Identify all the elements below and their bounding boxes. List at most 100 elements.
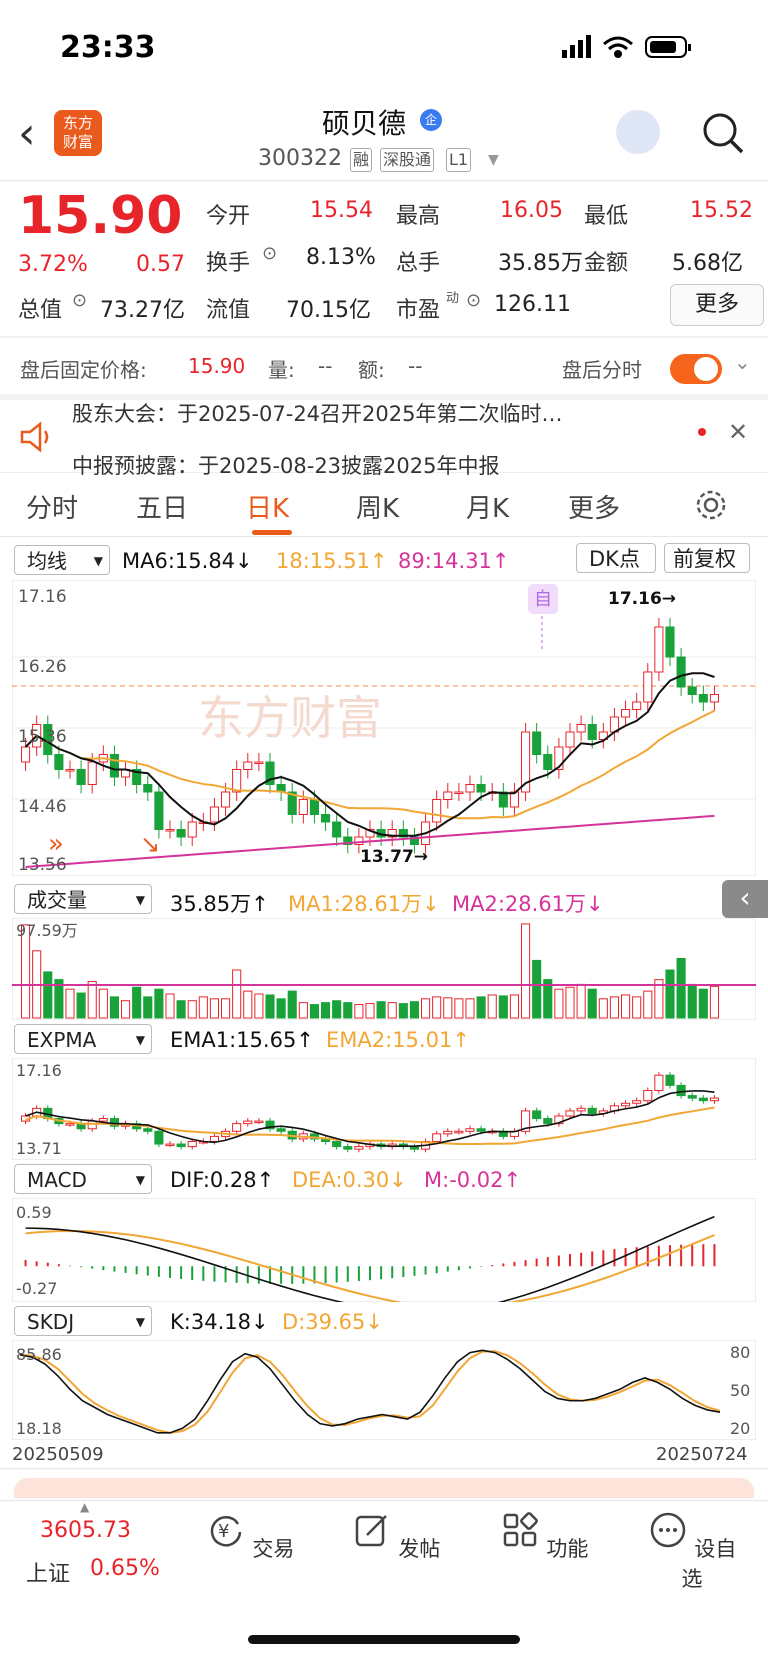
edit-icon <box>355 1515 387 1547</box>
candle-body <box>587 724 597 740</box>
axis-label: 85.86 <box>16 1345 62 1364</box>
volume-bar <box>98 988 108 1019</box>
volume-bar <box>421 998 431 1019</box>
volume-readout: 35.85万↑ <box>170 892 269 916</box>
volume-bar <box>643 990 653 1019</box>
volume-bar <box>321 1002 331 1019</box>
after-vol: -- <box>318 354 333 378</box>
margin-tag: 融 <box>350 148 373 172</box>
macd-selector[interactable]: MACD ▼ <box>14 1164 152 1194</box>
after-intraday-label: 盘后分时 <box>562 358 642 382</box>
candle-body <box>254 1120 264 1124</box>
candle-body <box>332 1141 342 1148</box>
volume-bar <box>287 990 297 1019</box>
tab-more[interactable]: 更多 <box>568 488 620 525</box>
axis-label: 15.36 <box>18 727 67 747</box>
volume-bar <box>709 985 720 1019</box>
tab-intraday[interactable]: 分时 <box>26 488 78 525</box>
volume-bar <box>665 969 675 1019</box>
skdj-chart[interactable]: 85.86 18.18 80 50 20 <box>12 1340 756 1440</box>
nav-post[interactable]: 发帖 <box>346 1510 446 1563</box>
close-icon[interactable]: ✕ <box>728 418 748 446</box>
candle-body <box>543 1118 553 1125</box>
axis-label: 80 <box>730 1343 750 1362</box>
volume-bar <box>209 998 219 1019</box>
tab-daily-k[interactable]: 日K <box>246 488 289 525</box>
candle-body <box>76 769 86 785</box>
chevron-left-icon[interactable]: ‹ <box>18 112 36 156</box>
macd-chart[interactable]: 0.59 -0.27 <box>12 1198 756 1302</box>
index-value[interactable]: 3605.73 <box>40 1518 131 1543</box>
volume-bar <box>398 1003 408 1019</box>
volume-bar <box>165 993 175 1019</box>
volume-bar <box>609 996 620 1019</box>
d-readout: D:39.65↓ <box>282 1310 383 1334</box>
nav-functions[interactable]: 功能 <box>494 1510 594 1563</box>
index-pct[interactable]: 0.65% <box>90 1556 160 1581</box>
m-readout: M:-0.02↑ <box>424 1168 522 1192</box>
after-hours-price: 15.90 <box>188 354 246 378</box>
pe-sup: 动 <box>446 291 460 306</box>
volume-selector[interactable]: 成交量 ▼ <box>14 884 152 914</box>
nav-add-watchlist[interactable]: 设自选 <box>642 1510 742 1593</box>
volume-bar <box>132 986 142 1019</box>
skdj-selector[interactable]: SKDJ ▼ <box>14 1306 152 1336</box>
volume-bar <box>365 1003 375 1019</box>
notice-ticker[interactable]: 股东大会：于2025-07-24召开2025年第二次临时… 中报预披露：于202… <box>0 398 768 478</box>
notice-item[interactable]: 股东大会：于2025-07-24召开2025年第二次临时… <box>72 398 562 428</box>
candle-body <box>209 806 219 823</box>
ma-selector[interactable]: 均线 ▼ <box>14 545 110 575</box>
expma-chart[interactable]: 17.16 13.71 <box>12 1058 756 1160</box>
settings-gear-icon[interactable] <box>694 488 728 522</box>
self-tag: 自 <box>534 589 552 610</box>
volume-bar <box>443 997 453 1019</box>
candle-body <box>165 829 175 832</box>
info-icon[interactable]: ⊙ <box>72 290 87 311</box>
after-vol-label: 量: <box>268 358 295 382</box>
collapse-panel-button[interactable]: ‹ <box>722 880 768 918</box>
adjust-button[interactable]: 前复权 <box>664 543 750 573</box>
tab-monthly-k[interactable]: 月K <box>466 488 509 525</box>
axis-label: 50 <box>730 1381 750 1400</box>
after-amt: -- <box>408 354 423 378</box>
candle-body <box>565 1110 575 1117</box>
candle-body <box>298 799 308 815</box>
info-icon[interactable]: ⊙ <box>466 290 481 311</box>
candle-body <box>654 626 664 673</box>
tab-weekly-k[interactable]: 周K <box>356 488 399 525</box>
double-arrow-icon: » <box>48 829 64 859</box>
kline-chart[interactable]: 东方财富 自 17.16→ 13.77→ 17.16 16.26 15.36 1… <box>12 580 756 876</box>
chevron-down-icon[interactable]: ⌄ <box>734 350 751 374</box>
volume-bar <box>43 971 53 1019</box>
change-pct: 3.72% <box>18 252 88 277</box>
ema2-readout: EMA2:15.01↑ <box>326 1028 470 1052</box>
candle-body <box>109 754 119 778</box>
tab-five-day[interactable]: 五日 <box>136 488 188 525</box>
nav-trade[interactable]: ¥ 交易 <box>200 1510 300 1563</box>
volume-selector-label: 成交量 <box>27 888 87 912</box>
dk-point-button[interactable]: DK点 <box>576 543 656 573</box>
volume-chart[interactable]: 97.59万 <box>12 918 756 1020</box>
expma-selector[interactable]: EXPMA ▼ <box>14 1024 152 1054</box>
candle-body <box>698 694 708 703</box>
volume-bar <box>498 995 508 1019</box>
search-icon[interactable] <box>700 110 746 156</box>
more-button[interactable]: 更多 <box>670 284 764 326</box>
chevron-down-icon[interactable]: ▼ <box>488 152 499 168</box>
home-indicator <box>248 1635 520 1644</box>
caret-down-icon: ▼ <box>135 1173 145 1187</box>
candle-body <box>443 1130 453 1135</box>
axis-label: 18.18 <box>16 1419 62 1438</box>
expma-selector-label: EXPMA <box>27 1028 97 1052</box>
status-icons <box>562 35 691 58</box>
low-value: 15.52 <box>690 198 753 223</box>
axis-label: 17.16 <box>16 1061 62 1080</box>
info-icon[interactable]: ⊙ <box>262 243 277 264</box>
index-name[interactable]: 上证 <box>26 1556 70 1588</box>
assistant-avatar-icon[interactable] <box>616 110 660 154</box>
candle-body <box>676 656 686 688</box>
notice-item[interactable]: 中报预披露：于2025-08-23披露2025年中报 <box>72 450 499 480</box>
volume-bar <box>65 988 75 1019</box>
vol-ma1-readout: MA1:28.61万↓ <box>288 892 440 916</box>
volume-bar <box>565 986 575 1019</box>
